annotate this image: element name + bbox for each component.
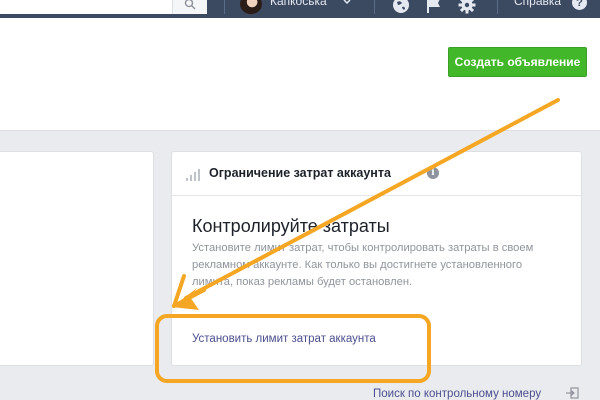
card-description: Установите лимит затрат, чтобы контролир… <box>192 242 534 288</box>
nav-divider <box>497 0 498 14</box>
left-card <box>0 151 154 366</box>
set-spend-limit-link[interactable]: Установить лимит затрат аккаунта <box>192 333 376 345</box>
card-heading: Контролируйте затраты <box>192 216 390 236</box>
signal-bars-icon <box>186 169 202 181</box>
search-control-number-link[interactable]: Поиск по контрольному номеру <box>373 388 541 400</box>
page-header: Создать объявление <box>0 18 600 131</box>
nav-divider <box>374 0 375 14</box>
exit-icon[interactable] <box>566 387 579 399</box>
user-name[interactable]: Капкоська <box>270 0 327 8</box>
help-link[interactable]: Справка <box>514 0 561 8</box>
card-title: Ограничение затрат аккаунта <box>209 166 391 180</box>
top-nav-bar: Капкоська Справка ? <box>0 0 600 18</box>
card-header: Ограничение затрат аккаунта i <box>172 152 581 196</box>
info-icon[interactable]: i <box>427 167 439 179</box>
help-icon[interactable]: ? <box>572 0 587 10</box>
search-icon <box>184 0 196 10</box>
spend-limit-card: Ограничение затрат аккаунта i Контролиру… <box>171 151 582 366</box>
gear-icon[interactable] <box>458 0 476 14</box>
search-button[interactable] <box>172 0 207 14</box>
globe-icon[interactable] <box>392 0 410 14</box>
avatar[interactable] <box>240 0 262 14</box>
nav-divider <box>224 0 225 14</box>
create-ad-button[interactable]: Создать объявление <box>448 47 587 77</box>
flag-icon[interactable] <box>425 0 443 14</box>
chevron-down-icon[interactable] <box>343 0 351 6</box>
